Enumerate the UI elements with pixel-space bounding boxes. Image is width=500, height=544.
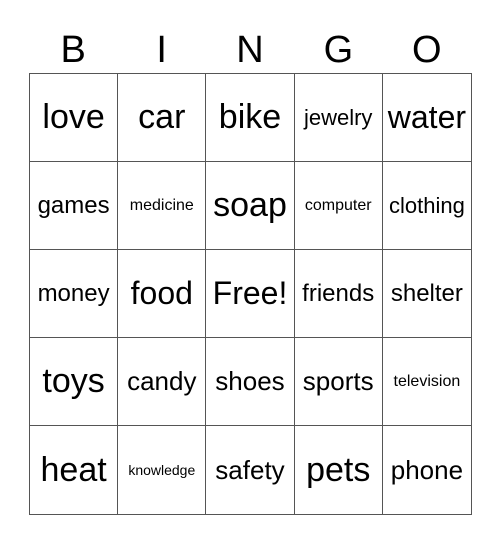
bingo-cell[interactable]: soap bbox=[206, 162, 295, 250]
bingo-cell[interactable]: clothing bbox=[382, 162, 471, 250]
bingo-cell[interactable]: car bbox=[118, 74, 207, 162]
bingo-cell[interactable]: candy bbox=[118, 338, 207, 426]
bingo-cell[interactable]: jewelry bbox=[294, 74, 383, 162]
bingo-header: B I N G O bbox=[29, 28, 471, 73]
bingo-cell[interactable]: sports bbox=[294, 338, 383, 426]
bingo-free-space[interactable]: Free! bbox=[206, 250, 295, 338]
bingo-cell[interactable]: toys bbox=[30, 338, 119, 426]
bingo-cell[interactable]: pets bbox=[295, 426, 383, 514]
bingo-cell[interactable]: water bbox=[382, 74, 471, 162]
header-letter-g: G bbox=[323, 29, 354, 71]
bingo-card-grid: love car bike jewelry water games medici… bbox=[29, 73, 472, 515]
bingo-cell[interactable]: shelter bbox=[382, 250, 471, 338]
header-letter-n: N bbox=[236, 29, 264, 71]
bingo-cell[interactable]: knowledge bbox=[118, 426, 207, 514]
bingo-cell[interactable]: television bbox=[382, 338, 471, 426]
header-letter-i: I bbox=[156, 29, 167, 71]
bingo-cell[interactable]: shoes bbox=[206, 338, 295, 426]
bingo-cell[interactable]: games bbox=[30, 162, 119, 250]
header-letter-b: B bbox=[60, 29, 86, 71]
bingo-cell[interactable]: medicine bbox=[118, 162, 207, 250]
bingo-cell[interactable]: phone bbox=[383, 426, 471, 514]
bingo-cell[interactable]: food bbox=[118, 250, 207, 338]
bingo-cell[interactable]: money bbox=[30, 250, 119, 338]
bingo-cell[interactable]: computer bbox=[294, 162, 383, 250]
bingo-cell[interactable]: bike bbox=[206, 74, 295, 162]
bingo-cell[interactable]: friends bbox=[294, 250, 383, 338]
bingo-cell[interactable]: safety bbox=[206, 426, 295, 514]
header-letter-o: O bbox=[412, 29, 442, 71]
bingo-cell[interactable]: love bbox=[30, 74, 119, 162]
bingo-cell[interactable]: heat bbox=[30, 426, 119, 514]
